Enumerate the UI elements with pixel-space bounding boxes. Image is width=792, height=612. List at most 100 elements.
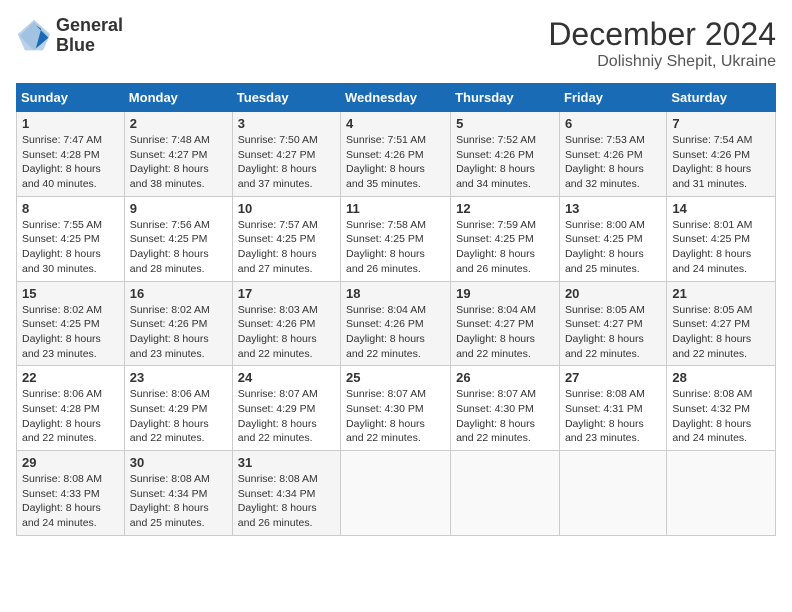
- day-number: 2: [130, 116, 227, 131]
- calendar-cell: 13 Sunrise: 8:00 AMSunset: 4:25 PMDayligh…: [559, 196, 666, 281]
- calendar-cell: 18 Sunrise: 8:04 AMSunset: 4:26 PMDayligh…: [341, 281, 451, 366]
- col-header-saturday: Saturday: [667, 84, 776, 112]
- day-number: 19: [456, 286, 554, 301]
- header: General Blue December 2024 Dolishniy She…: [16, 16, 776, 71]
- page-subtitle: Dolishniy Shepit, Ukraine: [548, 53, 776, 71]
- col-header-monday: Monday: [124, 84, 232, 112]
- calendar-cell: 2 Sunrise: 7:48 AMSunset: 4:27 PMDaylight…: [124, 112, 232, 197]
- day-number: 5: [456, 116, 554, 131]
- day-info: Sunrise: 8:08 AMSunset: 4:31 PMDaylight:…: [565, 387, 661, 446]
- calendar-cell: 31Sunrise: 8:08 AMSunset: 4:34 PMDayligh…: [232, 451, 340, 536]
- day-info: Sunrise: 8:01 AMSunset: 4:25 PMDaylight:…: [672, 218, 770, 277]
- day-info: Sunrise: 7:51 AMSunset: 4:26 PMDaylight:…: [346, 133, 445, 192]
- calendar-cell: 20Sunrise: 8:05 AMSunset: 4:27 PMDayligh…: [559, 281, 666, 366]
- day-info: Sunrise: 7:52 AMSunset: 4:26 PMDaylight:…: [456, 133, 554, 192]
- day-number: 6: [565, 116, 661, 131]
- day-info: Sunrise: 8:00 AMSunset: 4:25 PMDaylight:…: [565, 218, 661, 277]
- page-title: December 2024: [548, 16, 776, 53]
- day-info: Sunrise: 8:08 AMSunset: 4:34 PMDaylight:…: [130, 472, 227, 531]
- calendar-cell: 9 Sunrise: 7:56 AMSunset: 4:25 PMDaylight…: [124, 196, 232, 281]
- day-info: Sunrise: 8:06 AMSunset: 4:29 PMDaylight:…: [130, 387, 227, 446]
- day-info: Sunrise: 7:55 AMSunset: 4:25 PMDaylight:…: [22, 218, 119, 277]
- day-info: Sunrise: 7:47 AMSunset: 4:28 PMDaylight:…: [22, 133, 119, 192]
- day-info: Sunrise: 8:06 AMSunset: 4:28 PMDaylight:…: [22, 387, 119, 446]
- day-info: Sunrise: 8:08 AMSunset: 4:32 PMDaylight:…: [672, 387, 770, 446]
- col-header-tuesday: Tuesday: [232, 84, 340, 112]
- day-number: 13: [565, 201, 661, 216]
- day-info: Sunrise: 7:57 AMSunset: 4:25 PMDaylight:…: [238, 218, 335, 277]
- calendar-cell: 3 Sunrise: 7:50 AMSunset: 4:27 PMDaylight…: [232, 112, 340, 197]
- day-number: 22: [22, 370, 119, 385]
- calendar-cell: 8 Sunrise: 7:55 AMSunset: 4:25 PMDaylight…: [17, 196, 125, 281]
- calendar-table: SundayMondayTuesdayWednesdayThursdayFrid…: [16, 83, 776, 536]
- calendar-header-row: SundayMondayTuesdayWednesdayThursdayFrid…: [17, 84, 776, 112]
- day-info: Sunrise: 7:54 AMSunset: 4:26 PMDaylight:…: [672, 133, 770, 192]
- calendar-cell: 17 Sunrise: 8:03 AMSunset: 4:26 PMDayligh…: [232, 281, 340, 366]
- day-info: Sunrise: 8:02 AMSunset: 4:25 PMDaylight:…: [22, 303, 119, 362]
- col-header-sunday: Sunday: [17, 84, 125, 112]
- day-number: 30: [130, 455, 227, 470]
- calendar-cell: 1Sunrise: 7:47 AMSunset: 4:28 PMDaylight…: [17, 112, 125, 197]
- calendar-cell: 30 Sunrise: 8:08 AMSunset: 4:34 PMDayligh…: [124, 451, 232, 536]
- calendar-week-row: 22 Sunrise: 8:06 AMSunset: 4:28 PMDayligh…: [17, 366, 776, 451]
- day-number: 18: [346, 286, 445, 301]
- day-number: 25: [346, 370, 445, 385]
- day-info: Sunrise: 7:58 AMSunset: 4:25 PMDaylight:…: [346, 218, 445, 277]
- day-info: Sunrise: 7:56 AMSunset: 4:25 PMDaylight:…: [130, 218, 227, 277]
- col-header-wednesday: Wednesday: [341, 84, 451, 112]
- day-number: 14: [672, 201, 770, 216]
- calendar-cell: [667, 451, 776, 536]
- day-info: Sunrise: 8:02 AMSunset: 4:26 PMDaylight:…: [130, 303, 227, 362]
- calendar-cell: [341, 451, 451, 536]
- day-info: Sunrise: 8:07 AMSunset: 4:30 PMDaylight:…: [346, 387, 445, 446]
- day-info: Sunrise: 8:05 AMSunset: 4:27 PMDaylight:…: [672, 303, 770, 362]
- calendar-cell: 25 Sunrise: 8:07 AMSunset: 4:30 PMDayligh…: [341, 366, 451, 451]
- day-number: 8: [22, 201, 119, 216]
- day-number: 26: [456, 370, 554, 385]
- calendar-cell: 11Sunrise: 7:58 AMSunset: 4:25 PMDayligh…: [341, 196, 451, 281]
- day-number: 29: [22, 455, 119, 470]
- calendar-cell: 27 Sunrise: 8:08 AMSunset: 4:31 PMDayligh…: [559, 366, 666, 451]
- day-number: 24: [238, 370, 335, 385]
- calendar-cell: 23 Sunrise: 8:06 AMSunset: 4:29 PMDayligh…: [124, 366, 232, 451]
- day-number: 7: [672, 116, 770, 131]
- calendar-week-row: 15Sunrise: 8:02 AMSunset: 4:25 PMDayligh…: [17, 281, 776, 366]
- calendar-cell: 7 Sunrise: 7:54 AMSunset: 4:26 PMDaylight…: [667, 112, 776, 197]
- calendar-week-row: 8 Sunrise: 7:55 AMSunset: 4:25 PMDaylight…: [17, 196, 776, 281]
- title-area: December 2024 Dolishniy Shepit, Ukraine: [548, 16, 776, 71]
- day-number: 4: [346, 116, 445, 131]
- calendar-cell: 24 Sunrise: 8:07 AMSunset: 4:29 PMDayligh…: [232, 366, 340, 451]
- day-number: 17: [238, 286, 335, 301]
- col-header-thursday: Thursday: [451, 84, 560, 112]
- day-number: 9: [130, 201, 227, 216]
- calendar-cell: 29 Sunrise: 8:08 AMSunset: 4:33 PMDayligh…: [17, 451, 125, 536]
- logo: General Blue: [16, 16, 123, 56]
- day-info: Sunrise: 8:08 AMSunset: 4:33 PMDaylight:…: [22, 472, 119, 531]
- calendar-cell: [559, 451, 666, 536]
- calendar-cell: [451, 451, 560, 536]
- day-number: 23: [130, 370, 227, 385]
- day-info: Sunrise: 8:08 AMSunset: 4:34 PMDaylight:…: [238, 472, 335, 531]
- calendar-cell: 26 Sunrise: 8:07 AMSunset: 4:30 PMDayligh…: [451, 366, 560, 451]
- day-info: Sunrise: 7:59 AMSunset: 4:25 PMDaylight:…: [456, 218, 554, 277]
- day-number: 3: [238, 116, 335, 131]
- day-info: Sunrise: 8:04 AMSunset: 4:27 PMDaylight:…: [456, 303, 554, 362]
- day-info: Sunrise: 8:04 AMSunset: 4:26 PMDaylight:…: [346, 303, 445, 362]
- col-header-friday: Friday: [559, 84, 666, 112]
- day-info: Sunrise: 8:07 AMSunset: 4:29 PMDaylight:…: [238, 387, 335, 446]
- day-info: Sunrise: 7:48 AMSunset: 4:27 PMDaylight:…: [130, 133, 227, 192]
- day-number: 16: [130, 286, 227, 301]
- calendar-cell: 4 Sunrise: 7:51 AMSunset: 4:26 PMDaylight…: [341, 112, 451, 197]
- day-info: Sunrise: 8:07 AMSunset: 4:30 PMDaylight:…: [456, 387, 554, 446]
- day-info: Sunrise: 8:03 AMSunset: 4:26 PMDaylight:…: [238, 303, 335, 362]
- day-info: Sunrise: 7:50 AMSunset: 4:27 PMDaylight:…: [238, 133, 335, 192]
- calendar-cell: 22 Sunrise: 8:06 AMSunset: 4:28 PMDayligh…: [17, 366, 125, 451]
- logo-icon: [16, 18, 52, 54]
- day-number: 10: [238, 201, 335, 216]
- calendar-week-row: 1Sunrise: 7:47 AMSunset: 4:28 PMDaylight…: [17, 112, 776, 197]
- logo-text: General Blue: [56, 16, 123, 56]
- day-number: 27: [565, 370, 661, 385]
- day-number: 21: [672, 286, 770, 301]
- calendar-cell: 15Sunrise: 8:02 AMSunset: 4:25 PMDayligh…: [17, 281, 125, 366]
- calendar-cell: 6Sunrise: 7:53 AMSunset: 4:26 PMDaylight…: [559, 112, 666, 197]
